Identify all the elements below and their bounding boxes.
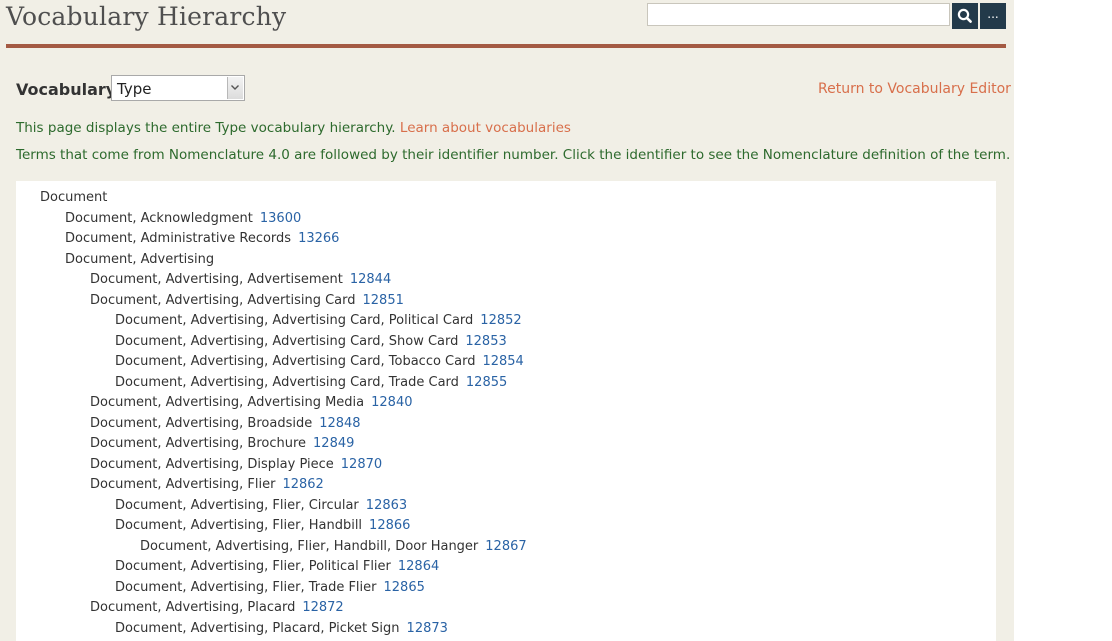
term-label: Document, Acknowledgment [65,210,253,226]
term-label: Document, Advertising, Flier, Trade Flie… [115,579,377,595]
term-label: Document, Advertising, Flier, Circular [115,497,359,513]
term-identifier-link[interactable]: 12873 [407,621,448,636]
hierarchy-term: Document, Advertising, Flier, Circular 12… [115,498,407,513]
term-label: Document, Advertising, Advertising Card [90,292,356,308]
hierarchy-term: Document, Advertising, Advertisement 1284… [90,272,391,287]
search-icon [957,8,972,23]
term-identifier-link[interactable]: 12840 [371,395,412,410]
term-label: Document, Advertising, Flier, Handbill, … [140,538,479,554]
term-label: Document, Advertising, Advertisement [90,272,343,287]
header-divider [6,44,1006,48]
hierarchy-term: Document, Advertising [65,252,214,267]
chevron-down-icon [231,85,239,90]
term-identifier-link[interactable]: 13600 [260,211,301,226]
hierarchy-term: Document [40,190,107,205]
hierarchy-term: Document, Advertising, Flier, Political … [115,559,439,574]
hierarchy-term: Document, Advertising, Advertising Card,… [115,334,507,349]
term-label: Document [40,190,108,205]
hierarchy-term: Document, Advertising, Flier, Trade Flie… [115,580,425,595]
term-identifier-link[interactable]: 12848 [319,416,360,431]
term-identifier-link[interactable]: 12852 [480,313,521,328]
hierarchy-term: Document, Advertising, Flier 12862 [90,477,324,492]
term-identifier-link[interactable]: 12866 [369,518,410,533]
hierarchy-term: Document, Advertising, Placard, Picket S… [115,621,448,636]
hierarchy-term: Document, Acknowledgment 13600 [65,211,301,226]
term-identifier-link[interactable]: 12870 [341,457,382,472]
term-label: Document, Administrative Records [65,231,292,246]
dropdown-arrow-box[interactable] [227,77,243,99]
hierarchy-term: Document, Administrative Records 13266 [65,231,339,246]
term-identifier-link[interactable]: 12844 [350,272,391,287]
term-identifier-link[interactable]: 12862 [282,477,323,492]
page-title: Vocabulary Hierarchy [6,2,287,31]
term-identifier-link[interactable]: 12864 [398,559,439,574]
term-identifier-link[interactable]: 12851 [363,293,404,308]
info-line-2: Terms that come from Nomenclature 4.0 ar… [16,147,1011,163]
term-label: Document, Advertising, Placard, Picket S… [115,620,400,636]
term-label: Document, Advertising, Flier [90,477,276,492]
term-identifier-link[interactable]: 12863 [366,498,407,513]
term-identifier-link[interactable]: 12867 [485,539,526,554]
hierarchy-panel: Document Document, Acknowledgment 13600 Doc… [16,181,996,641]
term-identifier-link[interactable]: 12872 [302,600,343,615]
hierarchy-term: Document, Advertising, Advertising Card,… [115,313,522,328]
term-identifier-link[interactable]: 12853 [465,334,506,349]
term-label: Document, Advertising, Flier, Handbill [115,518,363,533]
term-label: Document, Advertising, Display Piece [90,456,334,472]
term-label: Document, Advertising [65,251,215,267]
hierarchy-term: Document, Advertising, Display Piece 1287… [90,457,382,472]
return-to-editor-link[interactable]: Return to Vocabulary Editor [818,81,1011,97]
page-header: Vocabulary Hierarchy ... [0,0,1006,44]
term-label: Document, Advertising, Advertising Card,… [115,333,459,349]
term-label: Document, Advertising, Flier, Political … [115,559,391,574]
term-identifier-link[interactable]: 12849 [313,436,354,451]
term-label: Document, Advertising, Placard [90,600,296,615]
info-line-1: This page displays the entire Type vocab… [16,120,571,136]
hierarchy-term: Document, Advertising, Advertising Card,… [115,375,507,390]
info-text: This page displays the entire Type vocab… [16,120,396,136]
term-identifier-link[interactable]: 12865 [384,580,425,595]
term-label: Document, Advertising, Advertising Card,… [115,313,474,328]
hierarchy-term: Document, Advertising, Flier, Handbill 12… [115,518,410,533]
hierarchy-term: Document, Advertising, Advertising Card,… [115,354,524,369]
hierarchy-term: Document, Advertising, Advertising Card 1… [90,293,404,308]
term-label: Document, Advertising, Brochure [90,436,307,451]
hierarchy-term: Document, Advertising, Brochure 12849 [90,436,354,451]
term-label: Document, Advertising, Advertising Media [90,395,365,410]
learn-about-vocabularies-link[interactable]: Learn about vocabularies [400,120,571,136]
term-label: Document, Advertising, Broadside [90,415,313,431]
term-label: Document, Advertising, Advertising Card,… [115,374,459,390]
term-identifier-link[interactable]: 12854 [482,354,523,369]
term-identifier-link[interactable]: 12855 [466,375,507,390]
term-label: Document, Advertising, Advertising Card,… [115,354,476,369]
term-identifier-link[interactable]: 13266 [298,231,339,246]
hierarchy-term: Document, Advertising, Advertising Media… [90,395,413,410]
page: Vocabulary Hierarchy ... Vocabulary: Typ… [0,0,1014,641]
window-margin [1014,0,1112,641]
more-options-button[interactable]: ... [980,3,1006,29]
search-button[interactable] [952,3,978,29]
vocabulary-label: Vocabulary: [16,80,123,99]
vocabulary-select[interactable]: Type [111,75,245,101]
hierarchy-term: Document, Advertising, Placard 12872 [90,600,344,615]
hierarchy-term: Document, Advertising, Broadside 12848 [90,416,361,431]
search-input[interactable] [647,3,950,26]
hierarchy-term: Document, Advertising, Flier, Handbill, … [140,539,527,554]
vocabulary-selected-value: Type [117,80,152,98]
